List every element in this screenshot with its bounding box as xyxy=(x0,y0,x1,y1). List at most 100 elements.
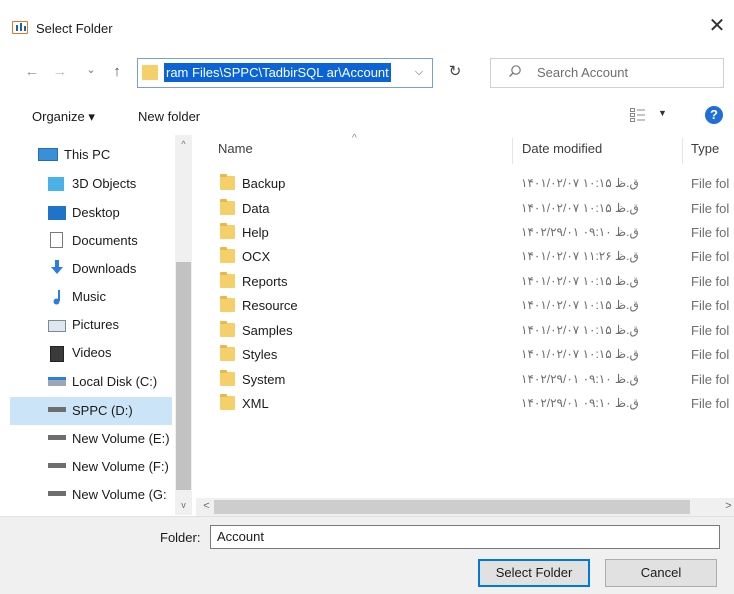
file-name: Reports xyxy=(242,274,288,289)
document-icon xyxy=(50,232,63,248)
folder-icon xyxy=(220,272,235,288)
folder-name-field[interactable]: Account xyxy=(210,525,720,549)
recent-locations-chevron-icon[interactable]: ⌄ xyxy=(84,59,98,81)
picture-icon xyxy=(48,320,66,332)
select-folder-button[interactable]: Select Folder xyxy=(478,559,590,587)
file-name: OCX xyxy=(242,249,271,264)
drive-icon xyxy=(48,407,66,412)
file-row[interactable]: OCX ۱۴۰۱/۰۲/۰۷ ق.ظ ۱۱:۲۶ File fol xyxy=(215,245,734,269)
file-name: Styles xyxy=(242,347,278,362)
drive-icon xyxy=(48,491,66,496)
file-row[interactable]: Resource ۱۴۰۱/۰۲/۰۷ ق.ظ ۱۰:۱۵ File fol xyxy=(215,294,734,318)
column-header-date-modified[interactable]: Date modified xyxy=(522,141,602,156)
folder-icon xyxy=(220,321,235,337)
search-placeholder: Search Account xyxy=(537,65,629,80)
column-divider[interactable] xyxy=(682,138,683,164)
new-folder-button[interactable]: New folder xyxy=(138,109,200,124)
file-name: System xyxy=(242,372,286,387)
sidebar-item-videos[interactable]: Videos xyxy=(72,339,112,367)
scroll-right-arrow-icon[interactable]: > xyxy=(720,500,734,512)
file-date: ۱۴۰۱/۰۲/۰۷ ق.ظ ۱۰:۱۵ xyxy=(521,201,639,215)
sidebar-item-local-disk-c[interactable]: Local Disk (C:) xyxy=(72,368,157,396)
file-name: Help xyxy=(242,225,269,240)
music-note-icon xyxy=(53,290,60,305)
folder-icon xyxy=(142,65,158,80)
back-arrow-icon[interactable]: ← xyxy=(22,61,42,83)
window-title: Select Folder xyxy=(36,21,113,36)
folder-icon xyxy=(220,199,235,215)
sidebar-item-documents[interactable]: Documents xyxy=(72,227,138,255)
file-row[interactable]: Styles ۱۴۰۱/۰۲/۰۷ ق.ظ ۱۰:۱۵ File fol xyxy=(215,343,734,367)
scroll-up-arrow-icon[interactable]: ^ xyxy=(175,139,192,149)
file-date: ۱۴۰۲/۲۹/۰۱ ق.ظ ۰۹:۱۰ xyxy=(521,225,639,239)
sidebar-item-3d-objects[interactable]: 3D Objects xyxy=(72,170,136,198)
folder-icon xyxy=(220,296,235,312)
column-header-name[interactable]: Name xyxy=(218,141,253,156)
sort-ascending-icon: ^ xyxy=(352,133,357,144)
cancel-button[interactable]: Cancel xyxy=(605,559,717,587)
file-type: File fol xyxy=(691,274,730,289)
sidebar-item-sppc-d[interactable]: SPPC (D:) xyxy=(72,397,133,425)
desktop-icon xyxy=(48,206,66,220)
file-row[interactable]: Reports ۱۴۰۱/۰۲/۰۷ ق.ظ ۱۰:۱۵ File fol xyxy=(215,270,734,294)
file-date: ۱۴۰۱/۰۲/۰۷ ق.ظ ۱۰:۱۵ xyxy=(521,274,639,288)
file-type: File fol xyxy=(691,201,730,216)
file-row[interactable]: System ۱۴۰۲/۲۹/۰۱ ق.ظ ۰۹:۱۰ File fol xyxy=(215,368,734,392)
file-date: ۱۴۰۱/۰۲/۰۷ ق.ظ ۱۰:۱۵ xyxy=(521,176,639,190)
view-dropdown-caret-icon[interactable]: ▼ xyxy=(658,108,667,118)
address-path[interactable]: ram Files\SPPC\TadbirSQL ar\Account xyxy=(164,63,391,82)
horizontal-scroll-thumb[interactable] xyxy=(214,500,690,514)
nav-scroll-thumb[interactable] xyxy=(176,262,191,490)
file-date: ۱۴۰۲/۲۹/۰۱ ق.ظ ۰۹:۱۰ xyxy=(521,396,639,410)
folder-icon xyxy=(220,223,235,239)
file-date: ۱۴۰۲/۲۹/۰۱ ق.ظ ۰۹:۱۰ xyxy=(521,372,639,386)
column-divider[interactable] xyxy=(512,138,513,164)
computer-icon xyxy=(38,148,58,161)
search-icon xyxy=(509,65,521,77)
file-row[interactable]: Backup ۱۴۰۱/۰۲/۰۷ ق.ظ ۱۰:۱۵ File fol xyxy=(215,172,734,196)
film-icon xyxy=(50,346,64,362)
view-options-icon[interactable] xyxy=(630,108,646,122)
sidebar-item-this-pc[interactable]: This PC xyxy=(64,141,110,169)
file-name: Backup xyxy=(242,176,286,191)
folder-icon xyxy=(220,247,235,263)
column-header-type[interactable]: Type xyxy=(691,141,719,156)
file-date: ۱۴۰۱/۰۲/۰۷ ق.ظ ۱۰:۱۵ xyxy=(521,298,639,312)
up-arrow-icon[interactable]: ↑ xyxy=(108,61,126,83)
file-name: Samples xyxy=(242,323,293,338)
sidebar-item-music[interactable]: Music xyxy=(72,283,106,311)
help-icon[interactable]: ? xyxy=(705,106,723,124)
download-arrow-icon xyxy=(51,260,63,274)
navigation-pane: This PC 3D Objects Desktop Documents Dow… xyxy=(10,135,192,515)
file-row[interactable]: Samples ۱۴۰۱/۰۲/۰۷ ق.ظ ۱۰:۱۵ File fol xyxy=(215,319,734,343)
sidebar-item-new-volume-e[interactable]: New Volume (E:) xyxy=(72,425,170,453)
file-row[interactable]: XML ۱۴۰۲/۲۹/۰۱ ق.ظ ۰۹:۱۰ File fol xyxy=(215,392,734,416)
close-icon[interactable]: ✕ xyxy=(706,15,728,37)
sidebar-item-pictures[interactable]: Pictures xyxy=(72,311,119,339)
file-type: File fol xyxy=(691,323,730,338)
file-name: XML xyxy=(242,396,269,411)
file-type: File fol xyxy=(691,372,730,387)
file-name: Data xyxy=(242,201,270,216)
sidebar-item-downloads[interactable]: Downloads xyxy=(72,255,136,283)
folder-label: Folder: xyxy=(160,530,201,545)
refresh-icon[interactable]: ↻ xyxy=(444,61,466,83)
folder-icon xyxy=(220,394,235,410)
sidebar-item-new-volume-f[interactable]: New Volume (F:) xyxy=(72,453,169,481)
forward-arrow-icon[interactable]: → xyxy=(50,61,70,83)
file-type: File fol xyxy=(691,347,730,362)
file-type: File fol xyxy=(691,176,730,191)
scroll-left-arrow-icon[interactable]: < xyxy=(198,500,215,512)
scroll-down-arrow-icon[interactable]: v xyxy=(175,500,192,510)
file-date: ۱۴۰۱/۰۲/۰۷ ق.ظ ۱۰:۱۵ xyxy=(521,347,639,361)
sidebar-item-new-volume-g[interactable]: New Volume (G: xyxy=(72,481,167,509)
file-name: Resource xyxy=(242,298,298,313)
drive-windows-icon xyxy=(48,377,66,386)
file-row[interactable]: Data ۱۴۰۱/۰۲/۰۷ ق.ظ ۱۰:۱۵ File fol xyxy=(215,197,734,221)
file-row[interactable]: Help ۱۴۰۲/۲۹/۰۱ ق.ظ ۰۹:۱۰ File fol xyxy=(215,221,734,245)
folder-icon xyxy=(220,370,235,386)
address-dropdown-chevron-icon[interactable]: ⌵ xyxy=(412,61,426,83)
sidebar-item-desktop[interactable]: Desktop xyxy=(72,199,120,227)
organize-button[interactable]: Organize ▾ xyxy=(32,109,95,125)
file-date: ۱۴۰۱/۰۲/۰۷ ق.ظ ۱۰:۱۵ xyxy=(521,323,639,337)
